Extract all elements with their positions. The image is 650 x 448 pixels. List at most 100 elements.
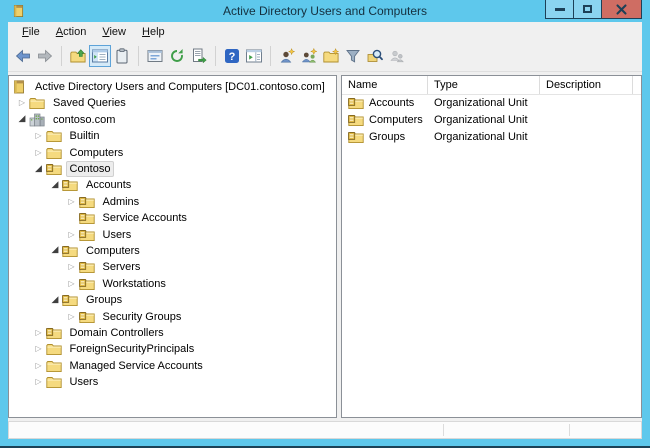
type-cell: Organizational Unit bbox=[428, 114, 540, 126]
window-controls bbox=[546, 0, 642, 19]
console-tree-pane: Active Directory Users and Computers [DC… bbox=[8, 75, 337, 418]
refresh-icon bbox=[169, 48, 185, 64]
tree-item-service-accounts[interactable]: Service Accounts bbox=[9, 210, 336, 226]
clipboard-button[interactable] bbox=[111, 45, 133, 67]
title-bar: Active Directory Users and Computers bbox=[0, 0, 650, 22]
column-header-description[interactable]: Description bbox=[540, 76, 633, 94]
tree-item-label: Computers bbox=[66, 145, 128, 161]
list-item-accounts[interactable]: AccountsOrganizational Unit bbox=[342, 95, 641, 112]
new-user-button[interactable] bbox=[276, 45, 298, 67]
tree-item-accounts[interactable]: ◢Accounts bbox=[9, 177, 336, 193]
new-user-icon bbox=[279, 48, 295, 64]
menu-help[interactable]: Help bbox=[134, 23, 173, 41]
expand-arrow-icon[interactable]: ▷ bbox=[32, 132, 46, 140]
tree-item-label: Servers bbox=[99, 259, 145, 275]
statusbar-separator bbox=[443, 424, 444, 436]
show-console-tree-button[interactable] bbox=[89, 45, 111, 67]
tree-item-saved-queries[interactable]: ▷Saved Queries bbox=[9, 95, 336, 111]
refresh-button[interactable] bbox=[166, 45, 188, 67]
action-pane-icon bbox=[246, 48, 262, 64]
tree-item-computers[interactable]: ▷ Computers bbox=[9, 144, 336, 160]
export-list-button[interactable] bbox=[188, 45, 210, 67]
close-icon bbox=[616, 4, 627, 15]
statusbar-separator bbox=[569, 424, 570, 436]
tree-item-label: Workstations bbox=[99, 276, 170, 292]
type-cell: Organizational Unit bbox=[428, 97, 540, 109]
expand-arrow-icon[interactable]: ▷ bbox=[65, 198, 79, 206]
collapse-arrow-icon[interactable]: ◢ bbox=[48, 246, 62, 255]
tree-item-label: Users bbox=[99, 227, 136, 243]
tree-item-security-groups[interactable]: ▷Security Groups bbox=[9, 308, 336, 324]
expand-arrow-icon[interactable]: ▷ bbox=[32, 378, 46, 386]
tree-item-admins[interactable]: ▷Admins bbox=[9, 194, 336, 210]
new-ou-button[interactable] bbox=[320, 45, 342, 67]
folder-ou-icon bbox=[79, 260, 95, 274]
export-list-icon bbox=[191, 48, 207, 64]
name-cell: Computers bbox=[342, 113, 428, 127]
column-header-name[interactable]: Name bbox=[342, 76, 428, 94]
expand-arrow-icon[interactable]: ▷ bbox=[65, 280, 79, 288]
tree-item-label: Groups bbox=[82, 292, 126, 308]
add-members-button[interactable] bbox=[386, 45, 408, 67]
new-group-icon bbox=[301, 48, 317, 64]
collapse-arrow-icon[interactable]: ◢ bbox=[48, 296, 62, 305]
tree-item-contoso-com[interactable]: ◢contoso.com bbox=[9, 112, 336, 128]
expand-arrow-icon[interactable]: ▷ bbox=[65, 263, 79, 271]
tree-item-users[interactable]: ▷ Users bbox=[9, 226, 336, 242]
toolbar-separator bbox=[270, 46, 271, 66]
expand-arrow-icon[interactable]: ▷ bbox=[65, 313, 79, 321]
column-header-type[interactable]: Type bbox=[428, 76, 540, 94]
action-pane-button[interactable] bbox=[243, 45, 265, 67]
collapse-arrow-icon[interactable]: ◢ bbox=[32, 165, 46, 174]
folder-icon bbox=[46, 129, 62, 143]
tree-item-foreignsecurityprincipals[interactable]: ▷ForeignSecurityPrincipals bbox=[9, 341, 336, 357]
tree-item-contoso[interactable]: ◢Contoso bbox=[9, 161, 336, 177]
filter-button[interactable] bbox=[342, 45, 364, 67]
expand-arrow-icon[interactable]: ▷ bbox=[15, 99, 29, 107]
expand-arrow-icon[interactable]: ▷ bbox=[32, 329, 46, 337]
collapse-arrow-icon[interactable]: ◢ bbox=[48, 181, 62, 190]
collapse-arrow-icon[interactable]: ◢ bbox=[15, 115, 29, 124]
back-arrow-button[interactable] bbox=[12, 45, 34, 67]
tree-item-servers[interactable]: ▷ Servers bbox=[9, 259, 336, 275]
folder-ou-icon bbox=[62, 244, 78, 258]
tree-item-builtin[interactable]: ▷ Builtin bbox=[9, 128, 336, 144]
folder-icon bbox=[46, 359, 62, 373]
client-area: FileActionViewHelp ? Active Directory Us… bbox=[8, 22, 642, 439]
expand-arrow-icon[interactable]: ▷ bbox=[32, 149, 46, 157]
tree-item-label: Managed Service Accounts bbox=[66, 358, 207, 374]
tree-item-users[interactable]: ▷Users bbox=[9, 374, 336, 390]
tree-item-workstations[interactable]: ▷ Workstations bbox=[9, 276, 336, 292]
close-button[interactable] bbox=[601, 0, 642, 19]
tree-item-groups[interactable]: ◢ Groups bbox=[9, 292, 336, 308]
minimize-button[interactable] bbox=[545, 0, 574, 19]
up-one-level-button[interactable] bbox=[67, 45, 89, 67]
properties-button[interactable] bbox=[144, 45, 166, 67]
tree-item-label: Builtin bbox=[66, 128, 104, 144]
list-item-computers[interactable]: ComputersOrganizational Unit bbox=[342, 112, 641, 129]
menu-view[interactable]: View bbox=[94, 23, 134, 41]
forward-arrow-button[interactable] bbox=[34, 45, 56, 67]
list-item-groups[interactable]: GroupsOrganizational Unit bbox=[342, 129, 641, 146]
expand-arrow-icon[interactable]: ▷ bbox=[32, 362, 46, 370]
tree-item-label: Computers bbox=[82, 243, 144, 259]
console-icon bbox=[11, 80, 27, 94]
expand-arrow-icon[interactable]: ▷ bbox=[32, 345, 46, 353]
menu-file[interactable]: File bbox=[14, 23, 48, 41]
menu-action[interactable]: Action bbox=[48, 23, 95, 41]
help-button[interactable]: ? bbox=[221, 45, 243, 67]
new-group-button[interactable] bbox=[298, 45, 320, 67]
tree-item-domain-controllers[interactable]: ▷Domain Controllers bbox=[9, 325, 336, 341]
maximize-button[interactable] bbox=[573, 0, 602, 19]
folder-icon bbox=[46, 146, 62, 160]
folder-ou-icon bbox=[62, 178, 78, 192]
tree-item-managed-service-accounts[interactable]: ▷ Managed Service Accounts bbox=[9, 358, 336, 374]
folder-icon bbox=[46, 342, 62, 356]
tree-item-active-directory-users-and-computers-dc01-contoso-com[interactable]: Active Directory Users and Computers [DC… bbox=[9, 79, 336, 95]
expand-arrow-icon[interactable]: ▷ bbox=[65, 231, 79, 239]
toolbar: ? bbox=[8, 42, 642, 72]
folder-ou-icon bbox=[79, 310, 95, 324]
find-button[interactable] bbox=[364, 45, 386, 67]
folder-ou-icon bbox=[79, 211, 95, 225]
tree-item-computers[interactable]: ◢ Computers bbox=[9, 243, 336, 259]
